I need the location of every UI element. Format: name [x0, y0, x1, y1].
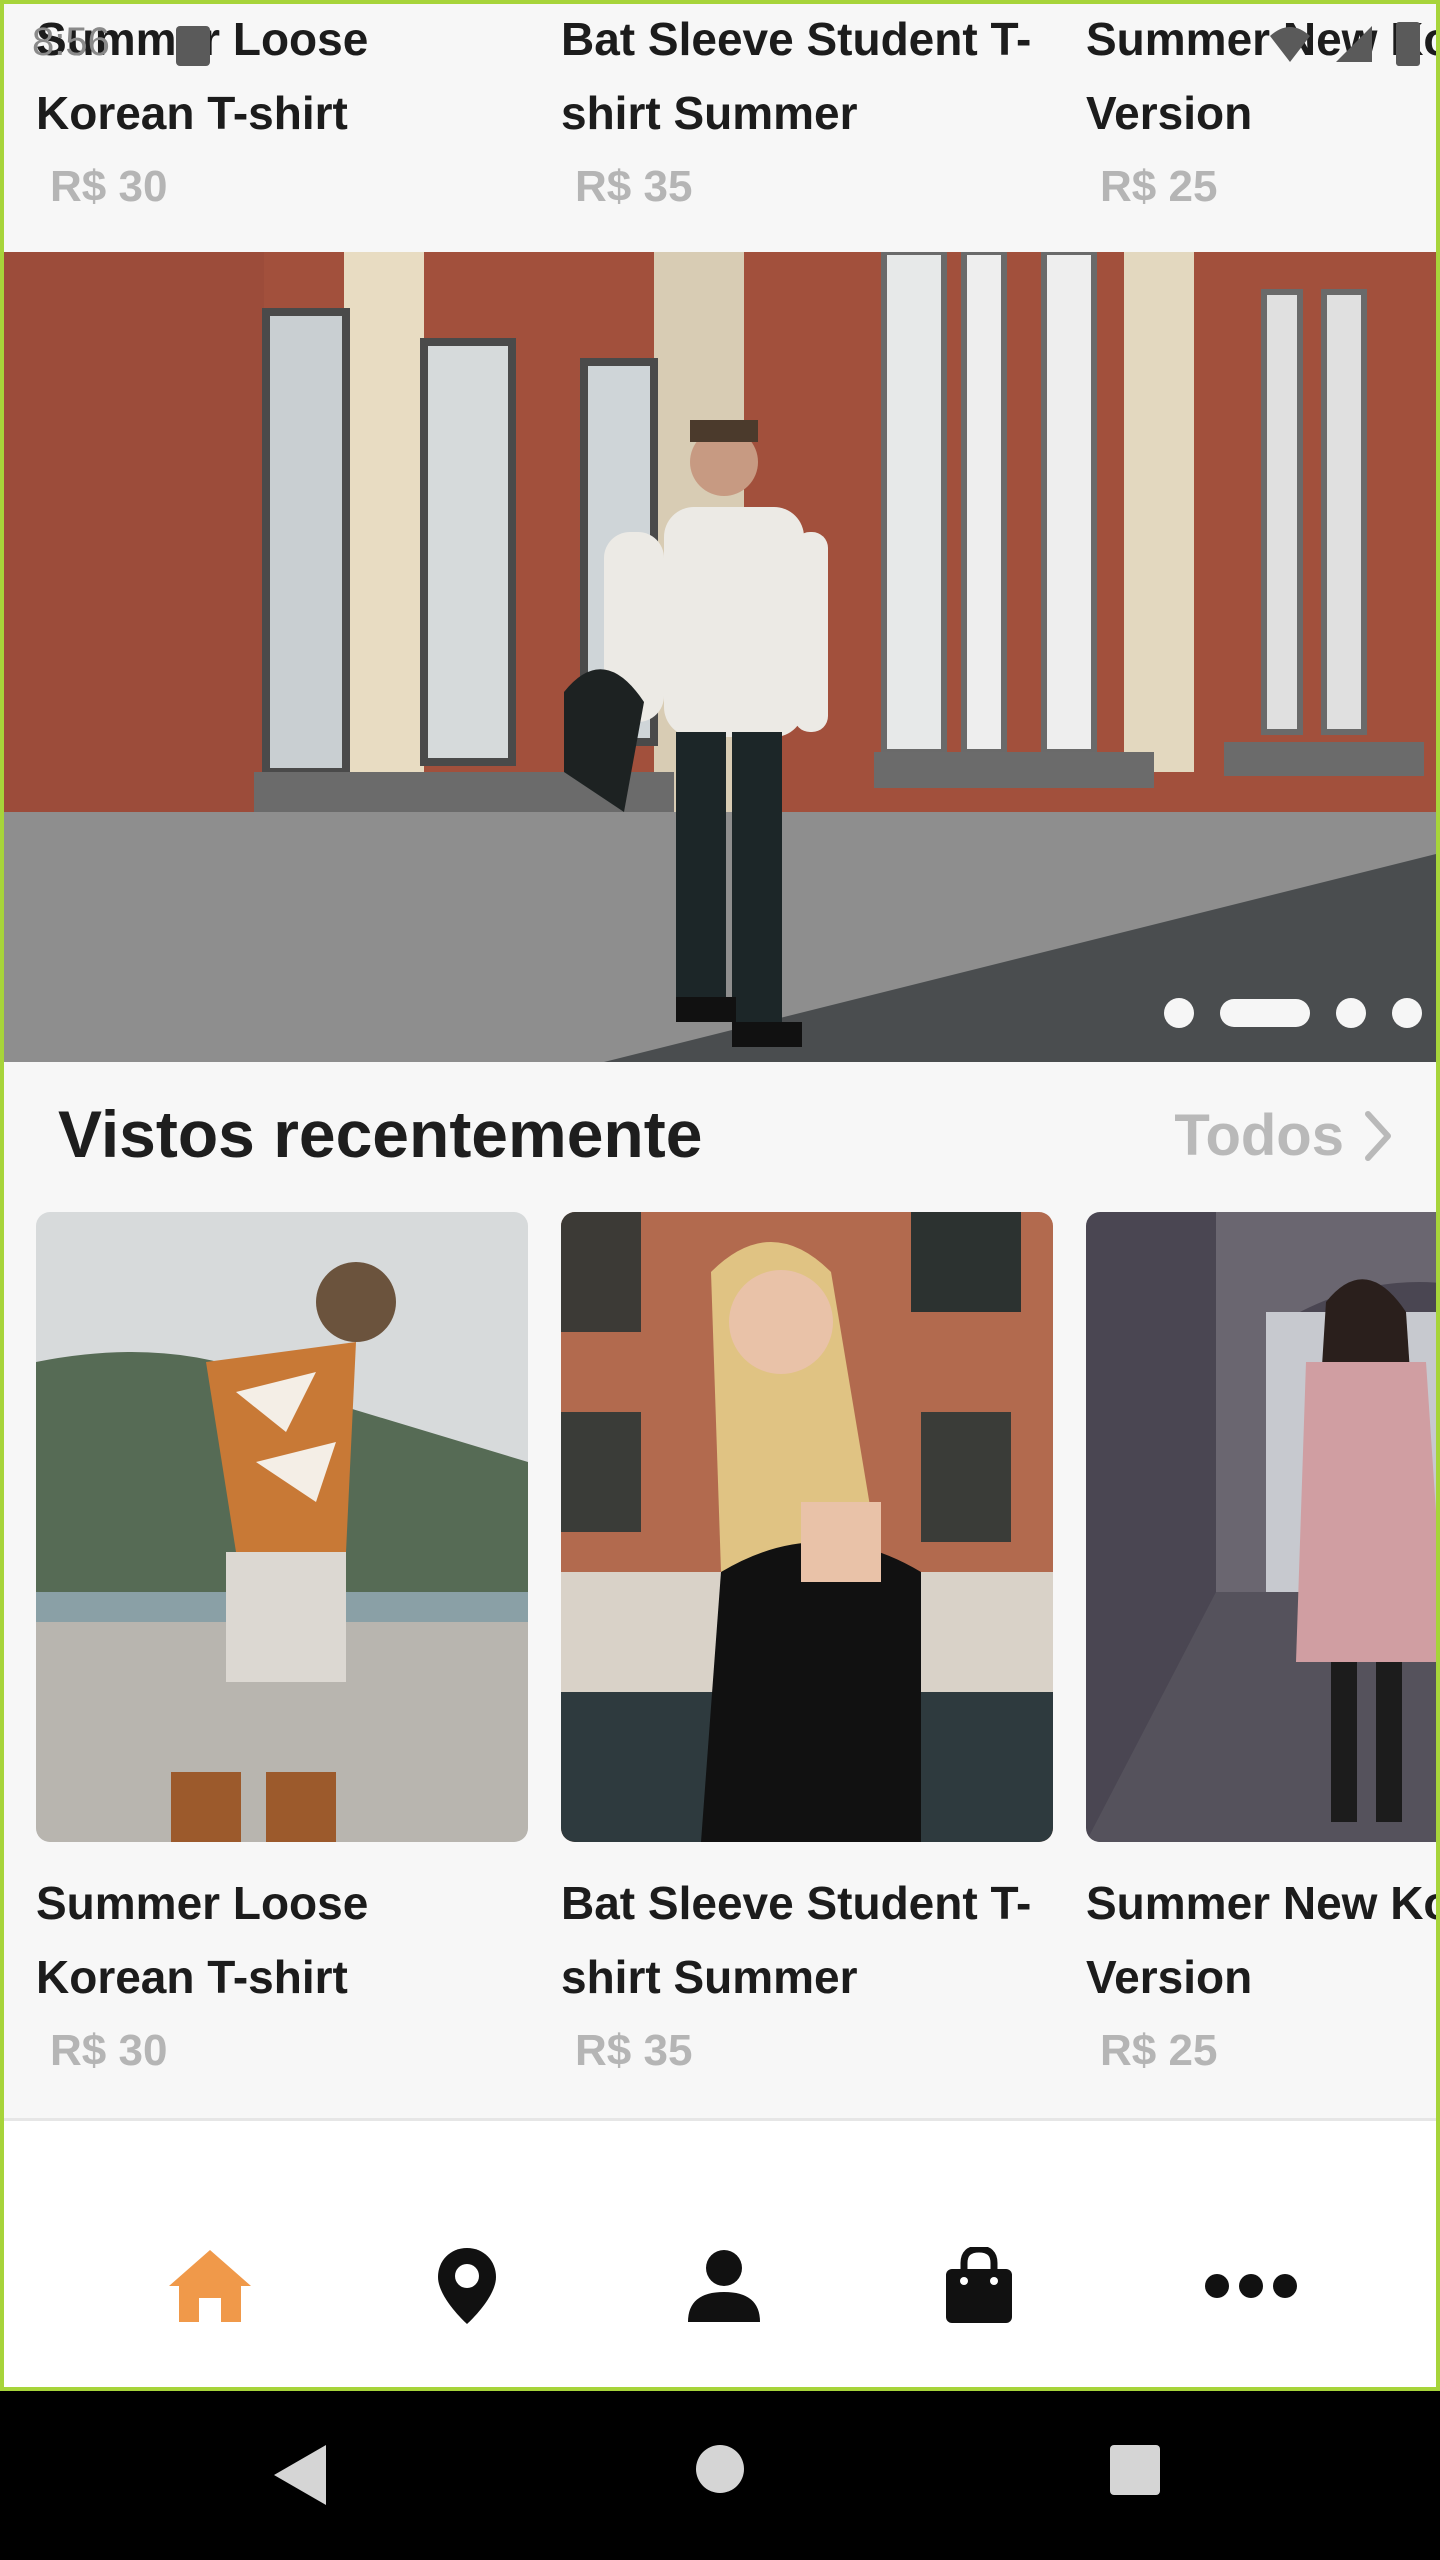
shopping-bag-icon — [946, 2247, 1012, 2323]
signal-icon — [1336, 26, 1372, 62]
product-info: Summer Loose Korean T-shirt R$ 30 — [36, 1866, 528, 2088]
product-name: Bat Sleeve Student T- — [561, 1877, 1032, 1929]
location-pin-icon — [438, 2248, 496, 2324]
more-dots-icon — [1205, 2274, 1297, 2298]
product-name-line2: Version — [1086, 87, 1253, 139]
nav-location[interactable] — [412, 2231, 522, 2341]
wifi-icon — [1270, 27, 1310, 62]
status-bar: 8:56 — [4, 4, 1436, 84]
status-icons — [1268, 22, 1420, 66]
sim-card-icon — [176, 26, 210, 66]
product-name: Summer New Ko — [1086, 1877, 1440, 1929]
product-price: R$ 25 — [1100, 2026, 1218, 2075]
battery-icon — [1396, 22, 1420, 66]
nav-home[interactable] — [155, 2231, 265, 2341]
product-name-line2: Version — [1086, 1951, 1253, 2003]
product-name-line2: Korean T-shirt — [36, 87, 348, 139]
status-time: 8:56 — [32, 20, 110, 64]
product-image — [561, 1212, 1053, 1842]
product-card[interactable]: Bat Sleeve Student T- shirt Summer R$ 35 — [561, 1212, 1053, 2088]
product-image — [36, 1212, 528, 1842]
see-all-label: Todos — [1174, 1103, 1344, 1168]
pagination-dot[interactable] — [1336, 998, 1366, 1028]
product-price: R$ 35 — [575, 2026, 693, 2075]
see-all-link[interactable]: Todos — [1174, 1102, 1394, 1169]
product-image — [1086, 1212, 1436, 1842]
banner-pagination — [1164, 998, 1422, 1028]
recents-square-icon[interactable] — [1108, 2443, 1162, 2497]
product-price: R$ 35 — [575, 162, 693, 211]
banner-image — [4, 252, 1436, 1062]
home-circle-icon[interactable] — [694, 2443, 746, 2495]
hero-banner[interactable] — [4, 252, 1436, 1062]
chevron-right-icon — [1365, 1110, 1391, 1161]
bottom-navigation — [4, 2118, 1436, 2387]
app-screen: 8:56 Summer Loose Korean T-shirt R$ 30 B… — [0, 0, 1440, 2391]
product-name-line2: shirt Summer — [561, 1951, 858, 2003]
product-price: R$ 25 — [1100, 162, 1218, 211]
product-card[interactable]: Summer Loose Korean T-shirt R$ 30 — [36, 1212, 528, 2088]
product-price: R$ 30 — [50, 162, 168, 211]
nav-more[interactable] — [1196, 2231, 1306, 2341]
product-price: R$ 30 — [50, 2026, 168, 2075]
user-icon — [688, 2250, 760, 2322]
product-info: Bat Sleeve Student T- shirt Summer R$ 35 — [561, 1866, 1053, 2088]
product-name-line2: shirt Summer — [561, 87, 858, 139]
pagination-dot[interactable] — [1164, 998, 1194, 1028]
product-name-line2: Korean T-shirt — [36, 1951, 348, 2003]
back-icon[interactable] — [272, 2443, 328, 2507]
pagination-dot[interactable] — [1392, 998, 1422, 1028]
section-title: Vistos recentemente — [58, 1097, 703, 1171]
home-icon — [169, 2250, 251, 2322]
nav-profile[interactable] — [669, 2231, 779, 2341]
product-card[interactable]: Summer New Ko Version R$ 25 — [1086, 1212, 1440, 2088]
product-name: Summer Loose — [36, 1877, 369, 1929]
pagination-dot-active[interactable] — [1220, 999, 1310, 1027]
system-navigation-bar — [0, 2391, 1440, 2560]
product-info: Summer New Ko Version R$ 25 — [1086, 1866, 1440, 2088]
nav-cart[interactable] — [924, 2231, 1034, 2341]
recently-viewed-list: Summer Loose Korean T-shirt R$ 30 Bat Sl… — [4, 1212, 1440, 2112]
